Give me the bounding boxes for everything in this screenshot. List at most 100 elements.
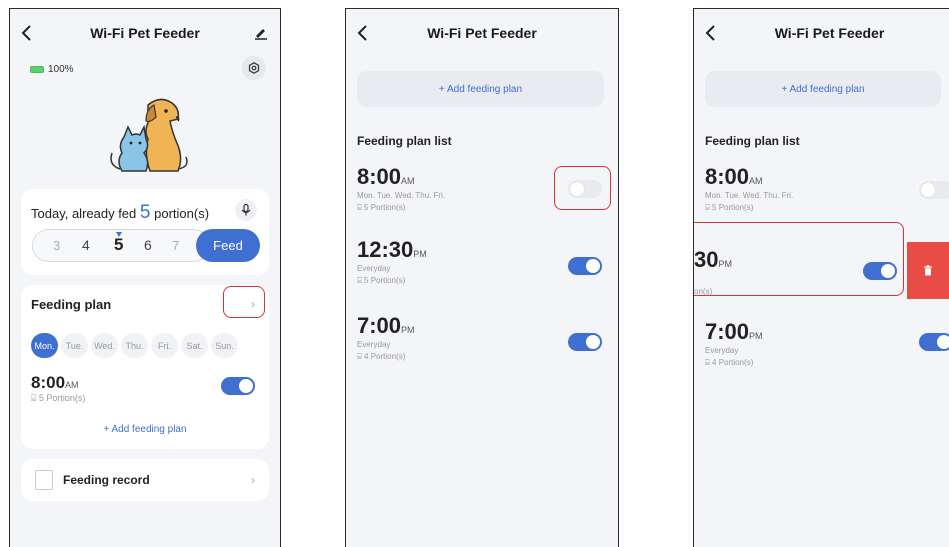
toggle-knob [239, 379, 253, 393]
day-thu[interactable]: Thu. [121, 333, 148, 358]
phone-screen-home: Wi-Fi Pet Feeder 100% Today, already fed… [9, 8, 281, 547]
feed-button[interactable]: Feed [196, 229, 260, 262]
picker-option[interactable]: 3 [53, 238, 60, 253]
plan-item[interactable]: 8:00AM Mon. Tue. Wed. Thu. Fri. ⌸ 5 Port… [705, 164, 793, 213]
picker-option[interactable]: 4 [82, 237, 90, 253]
toggle-knob [586, 259, 600, 273]
plan-time-value: 8:00 [31, 373, 66, 392]
delete-button[interactable] [907, 242, 949, 299]
trash-icon [924, 265, 932, 276]
plan-toggle[interactable] [568, 333, 602, 351]
plan-portion-value: 5 Portion(s) [364, 276, 406, 285]
add-feeding-plan-button[interactable]: + Add feeding plan [705, 71, 941, 107]
day-mon[interactable]: Mon. [31, 333, 58, 358]
page-title: Wi-Fi Pet Feeder [90, 25, 200, 41]
plan-toggle[interactable] [919, 181, 949, 199]
plan-ampm: PM [413, 249, 427, 259]
plan-portion: ⌸ 5 Portion(s) [357, 276, 406, 285]
day-sat[interactable]: Sat. [181, 333, 208, 358]
page-title: Wi-Fi Pet Feeder [774, 25, 885, 41]
feeding-record-title: Feeding record [63, 473, 150, 487]
plan-toggle[interactable] [863, 262, 897, 280]
plan-time: 7:00 [357, 313, 402, 338]
feeding-plan-list-title: Feeding plan list [705, 134, 800, 148]
plan-portion: ⌸ 4 Portion(s) [357, 352, 406, 361]
plan-item[interactable]: 7:00PM Everyday ⌸ 4 Portion(s) [357, 313, 415, 362]
chevron-right-icon[interactable]: › [251, 297, 255, 311]
battery-icon [30, 66, 44, 73]
fed-suffix: portion(s) [154, 206, 210, 221]
picker-option[interactable]: 7 [172, 238, 179, 253]
record-icon [35, 470, 53, 490]
gear-icon [248, 62, 260, 74]
feeding-plan-title: Feeding plan [31, 297, 112, 312]
plan-time: 12:30 [357, 237, 414, 262]
toggle-knob [937, 335, 949, 349]
plan-portion: ⌸ 5 Portion(s) [31, 393, 86, 403]
plan-time: 8:00 [357, 164, 402, 189]
plan-days: Everyday [357, 264, 391, 273]
toggle-knob [921, 183, 935, 197]
plan-item-swiped[interactable]: 30PM on(s) [694, 247, 732, 296]
edit-icon[interactable] [254, 26, 268, 40]
picker-option[interactable]: 6 [144, 237, 152, 253]
phone-screen-plan-list: Wi-Fi Pet Feeder + Add feeding plan Feed… [345, 8, 619, 547]
fed-today-text: Today, already fed 5 portion(s) [31, 202, 209, 224]
plan-portion-value: 5 Portion(s) [712, 203, 754, 212]
plan-portion: on(s) [694, 287, 713, 296]
plan-time-ampm: AM [65, 380, 79, 390]
plan-days: Mon. Tue. Wed. Thu. Fri. [705, 191, 794, 200]
plan-ampm: AM [749, 176, 763, 186]
plan-time: 8:00 [705, 164, 750, 189]
day-selector: Mon. Tue. Wed. Thu. Fri. Sat. Sun. [31, 333, 238, 358]
toggle-knob [881, 264, 895, 278]
header: Wi-Fi Pet Feeder [694, 9, 949, 57]
battery-status: 100% [30, 64, 74, 75]
plan-toggle[interactable] [568, 257, 602, 275]
day-fri[interactable]: Fri. [151, 333, 178, 358]
plan-item[interactable]: 7:00PM Everyday ⌸ 4 Portion(s) [705, 319, 763, 368]
toggle-knob [570, 182, 584, 196]
plan-portion-value: 4 Portion(s) [364, 352, 406, 361]
plan-portion-value: 5 Portion(s) [38, 393, 86, 403]
plan-item[interactable]: 8:00AM Mon. Tue. Wed. Thu. Fri. ⌸ 5 Port… [357, 164, 445, 213]
page-title: Wi-Fi Pet Feeder [427, 25, 537, 41]
plan-item[interactable]: 12:30PM Everyday ⌸ 5 Portion(s) [357, 237, 427, 286]
feeding-plan-card: Feeding plan › Mon. Tue. Wed. Thu. Fri. … [21, 285, 269, 449]
settings-button[interactable] [242, 56, 266, 80]
plan-toggle[interactable] [568, 180, 602, 198]
toggle-knob [586, 335, 600, 349]
plan-portion-value: 4 Portion(s) [712, 358, 754, 367]
plan-portion: ⌸ 4 Portion(s) [705, 358, 754, 367]
stage: Wi-Fi Pet Feeder 100% Today, already fed… [0, 0, 949, 547]
fed-today-card: Today, already fed 5 portion(s) 3 4 5 6 … [21, 189, 269, 275]
voice-button[interactable] [235, 199, 257, 221]
plan-portion-value: 5 Portion(s) [364, 203, 406, 212]
plan-days: Everyday [705, 346, 739, 355]
plan-time: 30 [694, 247, 719, 272]
microphone-icon [241, 204, 251, 216]
plan-time: 8:00AM [31, 373, 79, 393]
plan-days: Everyday [357, 340, 391, 349]
plan-ampm: AM [401, 176, 415, 186]
portion-picker[interactable]: 3 4 5 6 7 [32, 229, 210, 262]
header: Wi-Fi Pet Feeder [346, 9, 618, 57]
feeding-plan-list-title: Feeding plan list [357, 134, 452, 148]
day-wed[interactable]: Wed. [91, 333, 118, 358]
fed-prefix: Today, already fed [31, 206, 137, 221]
day-sun[interactable]: Sun. [211, 333, 238, 358]
day-tue[interactable]: Tue. [61, 333, 88, 358]
plan-toggle[interactable] [919, 333, 949, 351]
plan-days: Mon. Tue. Wed. Thu. Fri. [357, 191, 446, 200]
plan-toggle[interactable] [221, 377, 255, 395]
plan-time: 7:00 [705, 319, 750, 344]
add-feeding-plan-button[interactable]: + Add feeding plan [357, 71, 604, 107]
picker-option-selected[interactable]: 5 [114, 235, 123, 255]
pet-illustration [110, 98, 188, 172]
add-feeding-plan-link[interactable]: + Add feeding plan [21, 424, 269, 435]
chevron-right-icon: › [251, 473, 255, 487]
feeding-record-card[interactable]: Feeding record › [21, 459, 269, 501]
plan-ampm: PM [718, 259, 732, 269]
plan-portion: ⌸ 5 Portion(s) [357, 203, 406, 212]
plan-ampm: PM [401, 325, 415, 335]
